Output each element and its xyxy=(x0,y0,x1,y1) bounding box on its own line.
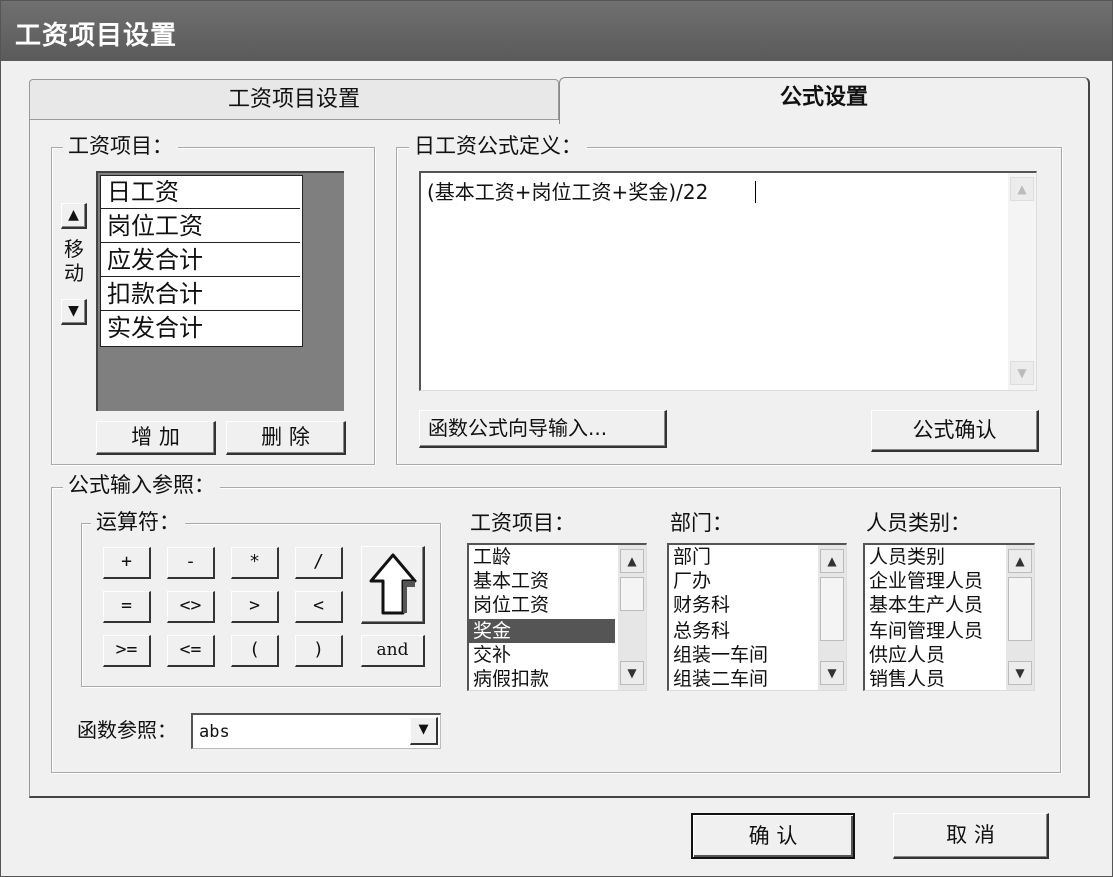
up-arrow-icon xyxy=(369,553,417,615)
op-divide-button[interactable]: / xyxy=(295,547,343,579)
salary-items-grid: 日工资 岗位工资 应发合计 扣款合计 实发合计 xyxy=(100,175,303,347)
list-item[interactable]: 岗位工资 xyxy=(473,593,549,617)
list-item[interactable]: 组装二车间 xyxy=(673,667,768,690)
list-item[interactable]: 厂办 xyxy=(673,569,711,593)
personnel-type-label: 人员类别： xyxy=(861,511,976,535)
scroll-up-icon[interactable]: ▲ xyxy=(620,549,644,573)
add-button[interactable]: 增 加 xyxy=(96,421,216,455)
delete-button[interactable]: 删 除 xyxy=(226,421,346,455)
scroll-thumb[interactable] xyxy=(1008,577,1032,641)
op-minus-button[interactable]: - xyxy=(167,547,215,579)
list-item[interactable]: 交补 xyxy=(473,643,511,667)
down-triangle-icon: ▼ xyxy=(68,303,79,319)
formula-reference-label: 公式输入参照： xyxy=(63,473,220,497)
list-item[interactable]: 总务科 xyxy=(673,619,730,643)
scroll-down-icon[interactable]: ▼ xyxy=(1010,361,1034,385)
list-item[interactable]: 应发合计 xyxy=(101,244,300,277)
list-item[interactable]: 日工资 xyxy=(101,176,300,209)
list-item[interactable]: 岗位工资 xyxy=(101,210,300,243)
op-greater-button[interactable]: > xyxy=(231,591,279,623)
scroll-down-icon[interactable]: ▼ xyxy=(620,661,644,685)
personnel-type-scrollbar[interactable]: ▲ ▼ xyxy=(1006,545,1034,690)
function-select[interactable]: abs ▼ xyxy=(191,713,441,749)
list-item[interactable]: 实发合计 xyxy=(101,312,300,345)
function-reference-label: 函数参照： xyxy=(77,718,177,742)
formula-textarea[interactable]: (基本工资+岗位工资+奖金)/22 ▲ ▼ xyxy=(419,171,1037,391)
scroll-down-icon[interactable]: ▼ xyxy=(1008,661,1032,685)
scroll-up-icon[interactable]: ▲ xyxy=(1010,177,1034,201)
ok-button[interactable]: 确 认 xyxy=(691,813,855,859)
chevron-down-icon[interactable]: ▼ xyxy=(410,717,438,745)
list-item[interactable]: 财务科 xyxy=(673,593,730,617)
dept-list[interactable]: 部门 厂办 财务科 总务科 组装一车间 组装二车间 ▲ ▼ xyxy=(667,543,847,691)
title-bar: 工资项目设置 xyxy=(1,1,1112,61)
op-not-equal-button[interactable]: <> xyxy=(167,591,215,623)
scroll-thumb[interactable] xyxy=(820,577,844,641)
list-item[interactable]: 供应人员 xyxy=(869,643,945,667)
op-left-paren-button[interactable]: ( xyxy=(231,635,279,667)
cancel-button[interactable]: 取 消 xyxy=(893,813,1049,859)
function-select-value: abs xyxy=(199,722,230,742)
dept-scrollbar[interactable]: ▲ ▼ xyxy=(818,545,846,690)
operators-label: 运算符： xyxy=(91,510,185,534)
op-multiply-button[interactable]: * xyxy=(231,547,279,579)
tab-formula-settings[interactable]: 公式设置 xyxy=(559,77,1090,124)
insert-button[interactable] xyxy=(361,546,425,624)
tab-salary-items[interactable]: 工资项目设置 xyxy=(29,79,559,122)
op-plus-button[interactable]: + xyxy=(103,547,151,579)
list-item[interactable]: 车间管理人员 xyxy=(869,619,983,643)
scroll-up-icon[interactable]: ▲ xyxy=(1008,549,1032,573)
salary-items-label: 工资项目： xyxy=(63,134,178,158)
op-less-button[interactable]: < xyxy=(295,591,343,623)
list-item[interactable]: 扣款合计 xyxy=(101,278,300,311)
list-item[interactable]: 销售人员 xyxy=(869,667,945,690)
scroll-down-icon[interactable]: ▼ xyxy=(820,661,844,685)
move-up-button[interactable]: ▲ xyxy=(61,203,87,229)
list-item[interactable]: 组装一车间 xyxy=(673,643,768,667)
scroll-thumb[interactable] xyxy=(620,577,644,611)
op-and-button[interactable]: and xyxy=(361,635,425,667)
op-less-equal-button[interactable]: <= xyxy=(167,635,215,667)
dialog-window: 工资项目设置 工资项目设置 公式设置 工资项目： ▲ 移动 ▼ 日工资 岗位工资… xyxy=(0,0,1113,877)
list-item[interactable]: 人员类别 xyxy=(869,545,945,569)
op-equal-button[interactable]: = xyxy=(103,591,151,623)
scroll-up-icon[interactable]: ▲ xyxy=(820,549,844,573)
ref-items-label: 工资项目： xyxy=(465,511,580,535)
dept-label: 部门： xyxy=(665,511,738,535)
window-title: 工资项目设置 xyxy=(15,21,178,51)
up-triangle-icon: ▲ xyxy=(68,207,79,223)
list-item-selected[interactable]: 奖金 xyxy=(473,619,511,643)
list-item[interactable]: 病假扣款 xyxy=(473,667,549,690)
text-caret xyxy=(755,181,756,203)
list-item[interactable]: 基本生产人员 xyxy=(869,593,983,617)
list-item[interactable]: 工龄 xyxy=(473,545,511,569)
move-down-button[interactable]: ▼ xyxy=(61,299,87,325)
formula-scrollbar[interactable]: ▲ ▼ xyxy=(1008,173,1036,390)
op-right-paren-button[interactable]: ) xyxy=(295,635,343,667)
formula-definition-label: 日工资公式定义： xyxy=(409,134,587,158)
list-item[interactable]: 企业管理人员 xyxy=(869,569,983,593)
ref-items-list[interactable]: 工龄 基本工资 岗位工资 奖金 交补 病假扣款 ▲ ▼ xyxy=(467,543,647,691)
list-item[interactable]: 基本工资 xyxy=(473,569,549,593)
list-item[interactable]: 部门 xyxy=(673,545,711,569)
formula-text: (基本工资+岗位工资+奖金)/22 xyxy=(427,180,709,204)
personnel-type-list[interactable]: 人员类别 企业管理人员 基本生产人员 车间管理人员 供应人员 销售人员 ▲ ▼ xyxy=(863,543,1035,691)
function-wizard-button[interactable]: 函数公式向导输入... xyxy=(419,410,667,448)
op-greater-equal-button[interactable]: >= xyxy=(103,635,151,667)
formula-confirm-button[interactable]: 公式确认 xyxy=(871,410,1039,452)
salary-items-list[interactable]: 日工资 岗位工资 应发合计 扣款合计 实发合计 xyxy=(96,171,344,411)
ref-items-scrollbar[interactable]: ▲ ▼ xyxy=(618,545,646,690)
move-label: 移动 xyxy=(64,237,84,285)
